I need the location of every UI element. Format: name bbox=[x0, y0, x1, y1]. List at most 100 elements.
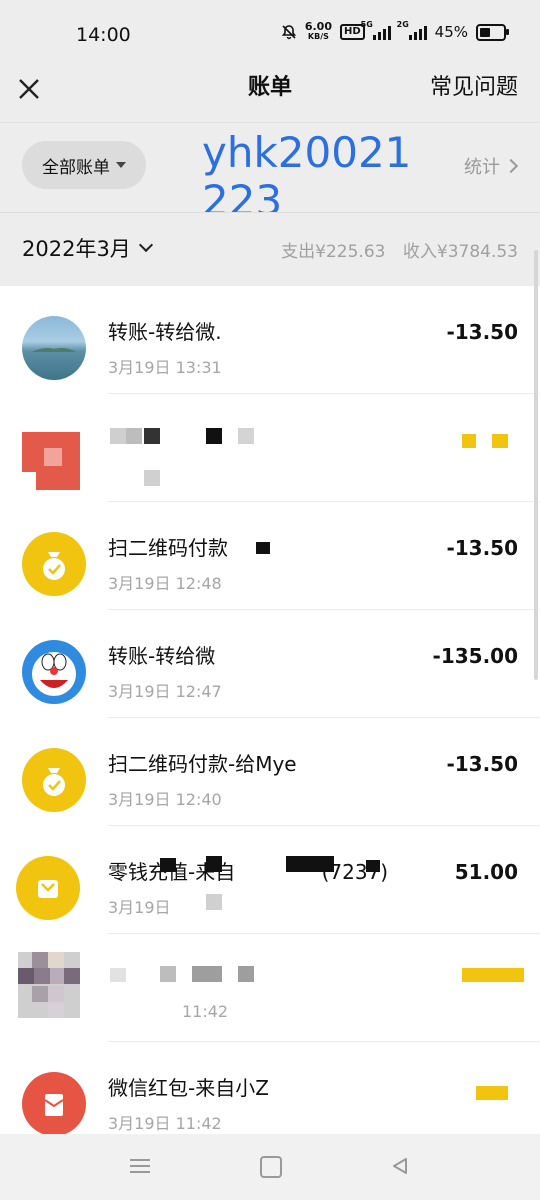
transaction-time: 3月19日 12:48 bbox=[108, 574, 222, 593]
transaction-row[interactable] bbox=[0, 394, 540, 502]
redaction-block bbox=[144, 428, 160, 444]
status-bar: 14:00 6.00 KB/S HD 5G 2G 45% bbox=[0, 0, 540, 72]
red-packet-icon bbox=[44, 1094, 64, 1116]
system-nav-bar bbox=[0, 1134, 540, 1200]
redaction-block bbox=[238, 966, 254, 982]
redaction-block bbox=[126, 428, 142, 444]
redaction-block bbox=[160, 858, 176, 872]
redaction-block bbox=[462, 434, 476, 448]
transaction-list: 转账-转给微. 3月19日 13:31 -13.50 扫二维码付款 3月19日 … bbox=[0, 286, 540, 1134]
dropdown-triangle-icon bbox=[116, 162, 126, 168]
month-row: 2022年3月 支出¥225.63 收入¥3784.53 bbox=[0, 212, 540, 285]
transaction-amount: -13.50 bbox=[446, 320, 518, 344]
transaction-title: 扫二维码付款-给Mye bbox=[108, 752, 297, 776]
red-packet-avatar bbox=[22, 1072, 86, 1134]
redaction-block bbox=[238, 428, 254, 444]
redaction-block bbox=[366, 860, 380, 872]
filter-row: 全部账单 yhk20021 223 统计 bbox=[0, 122, 540, 225]
battery-icon bbox=[476, 23, 509, 41]
watermark-line-1: yhk20021 bbox=[202, 128, 412, 177]
pixelated-avatar bbox=[18, 952, 80, 1018]
redaction-block bbox=[492, 434, 508, 448]
bill-page: 14:00 6.00 KB/S HD 5G 2G 45% 账单 常见问题 全部账… bbox=[0, 0, 540, 1200]
transaction-title: 转账-转给微. bbox=[108, 320, 222, 344]
transaction-row[interactable]: 11:42 bbox=[0, 934, 540, 1042]
transaction-amount: 51.00 bbox=[454, 860, 518, 884]
net2-label: 2G bbox=[396, 20, 409, 29]
signal-5g-icon: 5G bbox=[361, 20, 391, 40]
island-icon bbox=[32, 348, 76, 352]
menu-icon[interactable] bbox=[130, 1158, 150, 1174]
stats-link[interactable]: 统计 bbox=[464, 153, 519, 179]
network-speed: 6.00 KB/S bbox=[304, 20, 332, 42]
money-bag-icon bbox=[22, 532, 86, 596]
redaction-block bbox=[206, 894, 222, 910]
transaction-row[interactable]: 扫二维码付款-给Mye 3月19日 12:40 -13.50 bbox=[0, 718, 540, 826]
redaction-block bbox=[476, 1086, 508, 1100]
redaction-block bbox=[160, 966, 176, 982]
transaction-time: 3月19日 12:47 bbox=[108, 682, 222, 701]
chevron-down-icon bbox=[138, 237, 153, 253]
redaction-block bbox=[110, 968, 126, 982]
income-total: 收入¥3784.53 bbox=[402, 242, 518, 262]
expense-total: 支出¥225.63 bbox=[281, 242, 386, 262]
redaction-block bbox=[206, 428, 222, 444]
net1-label: 5G bbox=[360, 20, 373, 29]
speed-unit: KB/S bbox=[307, 32, 329, 41]
transaction-row[interactable]: 零钱充值-来自 (7237) 3月19日 51.00 bbox=[0, 826, 540, 934]
money-bag-icon bbox=[22, 748, 86, 812]
sea-photo-avatar bbox=[22, 316, 86, 380]
redaction-block bbox=[110, 428, 126, 444]
back-icon[interactable] bbox=[390, 1156, 410, 1176]
wallet-icon bbox=[16, 856, 80, 920]
scrollbar[interactable] bbox=[534, 250, 538, 680]
redaction-block bbox=[206, 856, 222, 872]
transaction-title: 零钱充值-来自 (7237) bbox=[108, 856, 388, 885]
status-time: 14:00 bbox=[76, 24, 131, 46]
transaction-amount: -13.50 bbox=[446, 752, 518, 776]
watermark-text: yhk20021 223 bbox=[202, 129, 411, 225]
redaction-block bbox=[192, 966, 222, 982]
transaction-amount: -13.50 bbox=[446, 536, 518, 560]
month-label: 2022年3月 bbox=[22, 237, 131, 261]
redaction-block bbox=[144, 470, 160, 486]
battery-fill bbox=[480, 27, 490, 37]
transaction-amount: -135.00 bbox=[432, 644, 518, 668]
all-bills-label: 全部账单 bbox=[42, 157, 110, 178]
transaction-row[interactable]: 转账-转给微. 3月19日 13:31 -13.50 bbox=[0, 286, 540, 394]
faq-link[interactable]: 常见问题 bbox=[430, 72, 518, 104]
transaction-time: 3月19日 13:31 bbox=[108, 358, 222, 377]
money-bag-icon bbox=[43, 552, 65, 580]
pixelated-red-icon bbox=[22, 432, 80, 490]
money-bag-icon bbox=[43, 768, 65, 796]
transaction-title: 微信红包-来自小Z bbox=[108, 1076, 269, 1100]
transaction-time: 3月19日 bbox=[108, 898, 171, 917]
transaction-time: 11:42 bbox=[182, 1002, 229, 1021]
wallet-icon bbox=[38, 880, 58, 898]
month-picker[interactable]: 2022年3月 bbox=[22, 233, 153, 263]
all-bills-filter[interactable]: 全部账单 bbox=[22, 141, 146, 189]
transaction-row[interactable]: 扫二维码付款 3月19日 12:48 -13.50 bbox=[0, 502, 540, 610]
speed-value: 6.00 bbox=[304, 20, 332, 33]
transaction-row[interactable]: 微信红包-来自小Z 3月19日 11:42 bbox=[0, 1042, 540, 1134]
transaction-row[interactable]: 转账-转给微 3月19日 12:47 -135.00 bbox=[0, 610, 540, 718]
pixelated-icon bbox=[18, 952, 80, 1018]
doraemon-avatar bbox=[22, 640, 86, 704]
signal-2g-icon: 2G bbox=[397, 20, 427, 40]
pixelated-avatar bbox=[22, 432, 80, 490]
battery-percent: 45% bbox=[434, 23, 468, 41]
nav-bar: 账单 常见问题 bbox=[0, 72, 540, 122]
transaction-time: 3月19日 12:40 bbox=[108, 790, 222, 809]
status-icons: 6.00 KB/S HD 5G 2G 45% bbox=[281, 20, 509, 42]
redaction-block bbox=[286, 856, 334, 872]
bell-off-icon bbox=[281, 25, 296, 40]
stats-label: 统计 bbox=[464, 157, 500, 178]
doraemon-icon bbox=[32, 652, 76, 696]
transaction-title: 转账-转给微 bbox=[108, 644, 216, 668]
month-totals: 支出¥225.63 收入¥3784.53 bbox=[281, 237, 518, 262]
transaction-title: 扫二维码付款 bbox=[108, 536, 228, 560]
home-icon[interactable] bbox=[260, 1156, 282, 1178]
redaction-block bbox=[256, 542, 270, 554]
redaction-block bbox=[462, 968, 524, 982]
chevron-right-icon bbox=[503, 158, 519, 174]
